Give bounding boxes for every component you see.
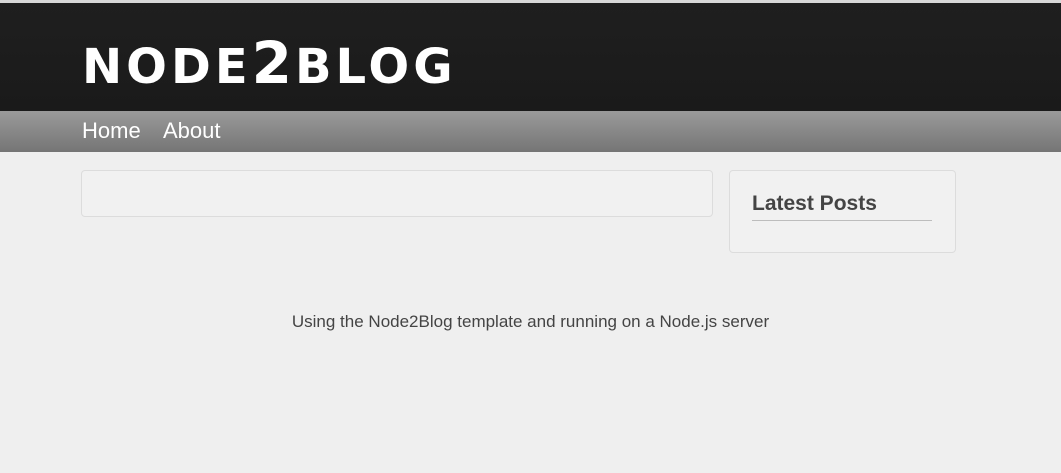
- nav-link-about[interactable]: About: [163, 118, 221, 144]
- sidebar-panel: Latest Posts: [729, 170, 956, 253]
- page: node2blog Home About Latest Posts Using …: [0, 0, 1061, 473]
- site-header: node2blog: [0, 3, 1061, 111]
- nav-link-home[interactable]: Home: [82, 118, 141, 144]
- logo-text-blog: blog: [294, 39, 457, 95]
- logo-text-node: node: [82, 39, 252, 95]
- sidebar-divider: [752, 220, 932, 221]
- logo-text-2: 2: [251, 29, 295, 97]
- footer-text: Using the Node2Blog template and running…: [291, 312, 770, 331]
- site-logo[interactable]: node2blog: [82, 33, 457, 97]
- main-content-panel: [81, 170, 713, 217]
- nav-bar: Home About: [0, 111, 1061, 152]
- sidebar-title: Latest Posts: [752, 192, 877, 215]
